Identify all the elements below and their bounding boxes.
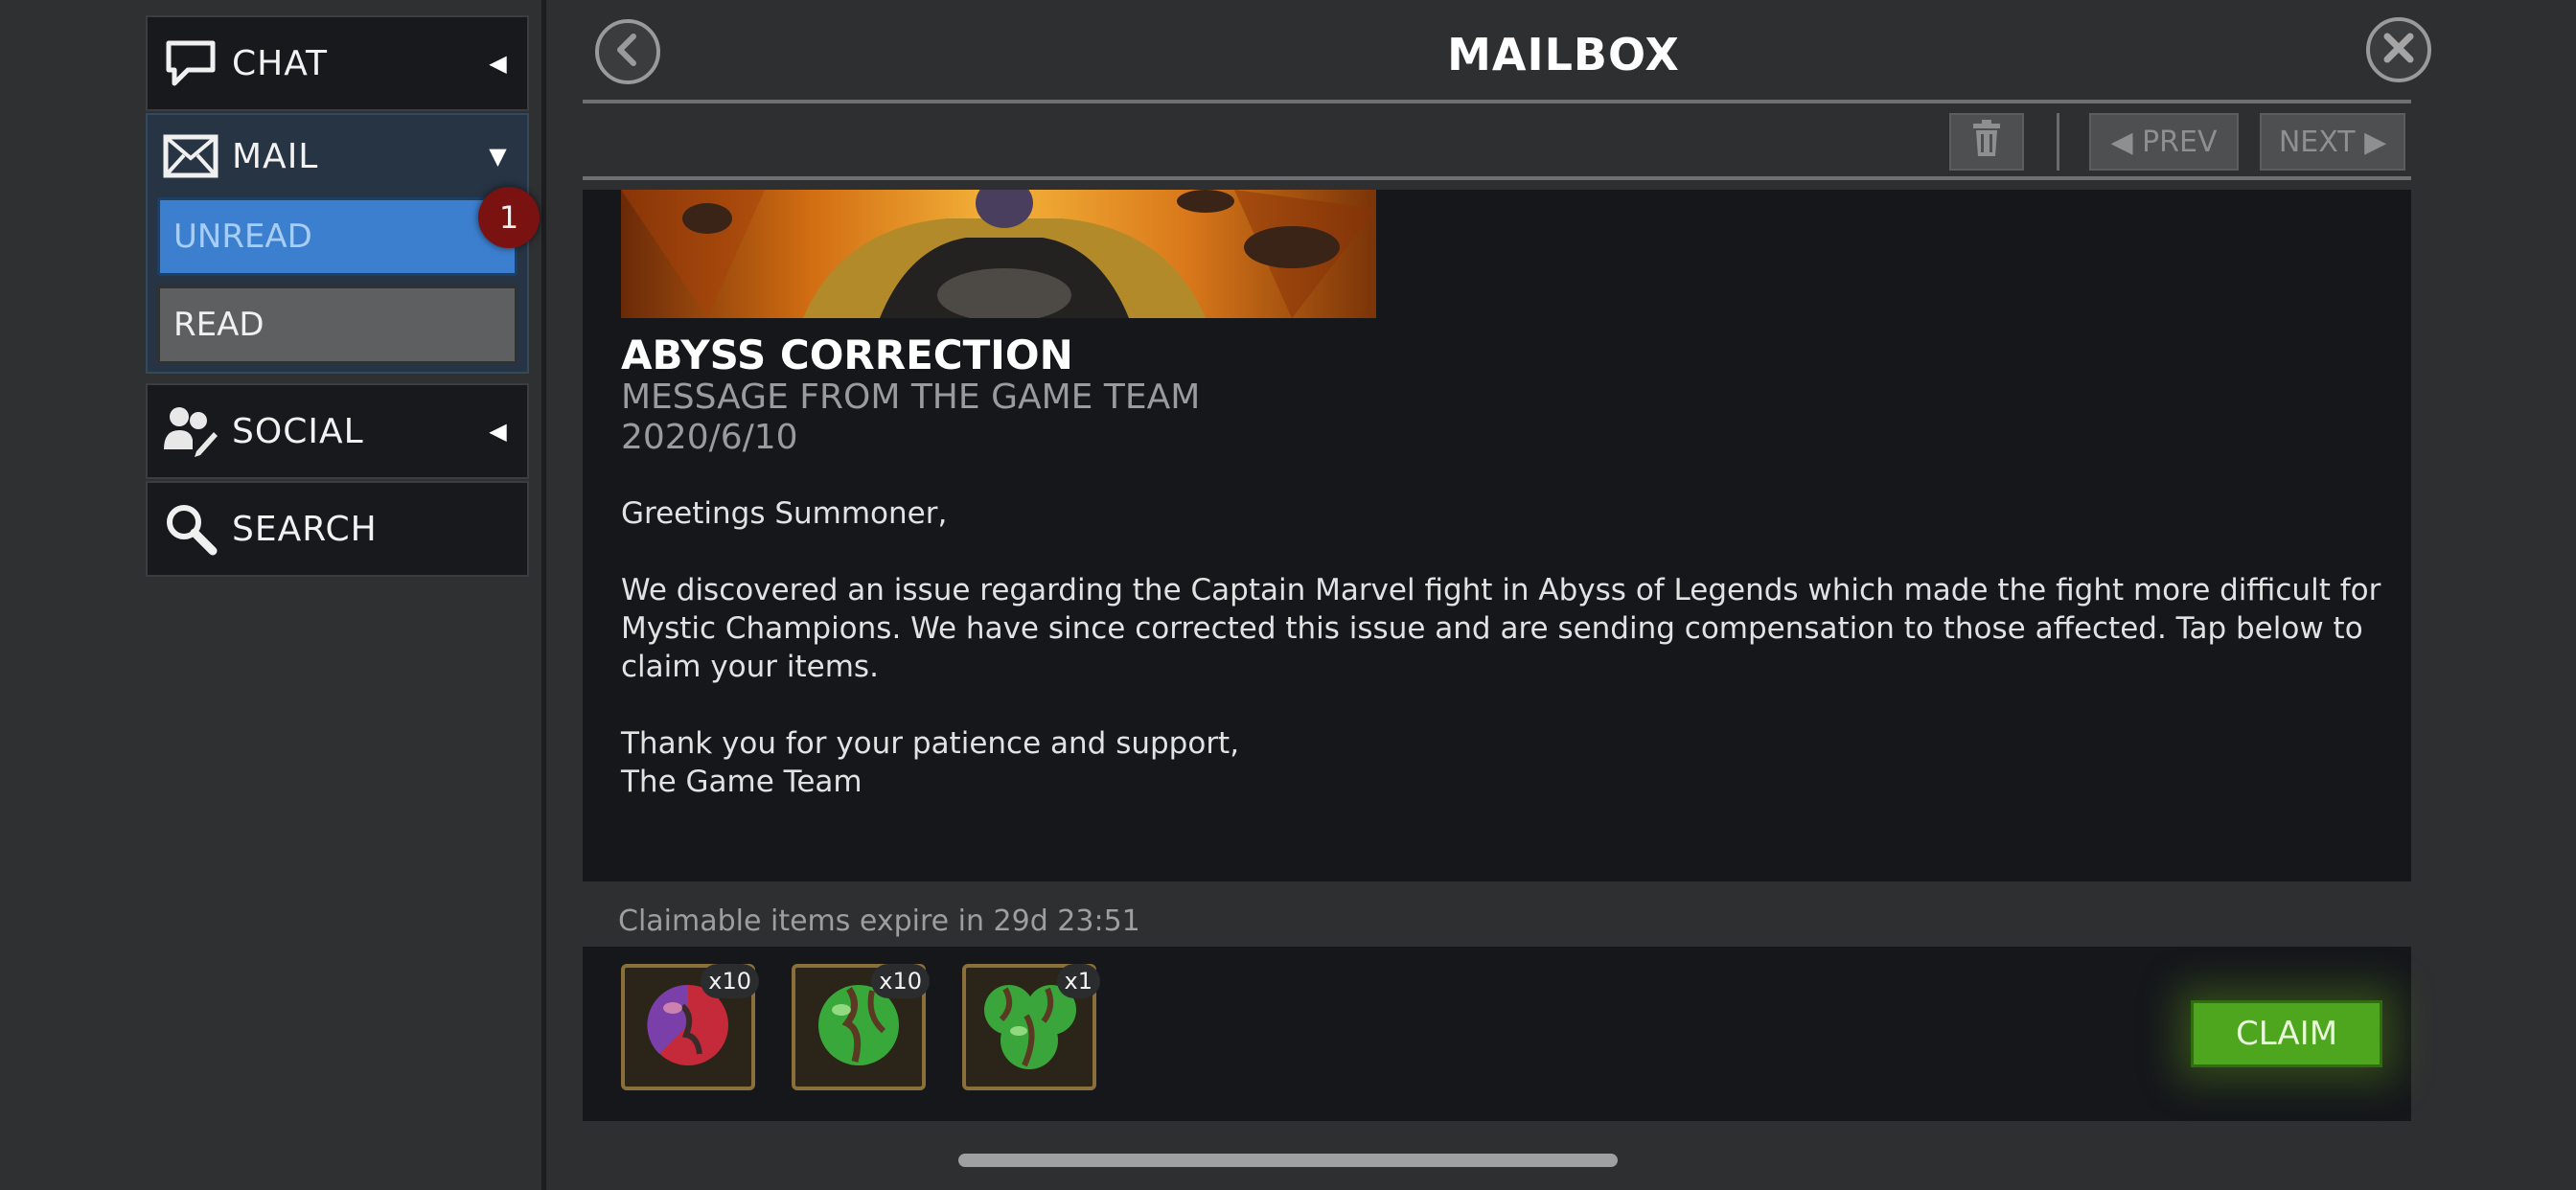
divider (583, 100, 2411, 103)
prev-button[interactable]: ◀ PREV (2089, 113, 2239, 171)
message-view: ABYSS CORRECTION MESSAGE FROM THE GAME T… (583, 190, 2411, 881)
sidebar-item-label: SOCIAL (232, 411, 364, 451)
unread-filter-button[interactable]: UNREAD 1 (157, 187, 540, 276)
sidebar-item-social[interactable]: SOCIAL ◀ (146, 383, 529, 479)
collapse-arrow-icon: ◀ (489, 418, 508, 445)
reward-item[interactable]: x1 (962, 964, 1100, 1090)
message-paragraph: We discovered an issue regarding the Cap… (621, 573, 2381, 684)
expire-notice: Claimable items expire in 29d 23:51 (618, 904, 1140, 938)
envelope-icon (161, 126, 220, 186)
mailbox-panel: MAILBOX ◀ PREV NEXT ▶ ABYSS CORRECTION M… (551, 0, 2576, 1190)
sidebar-item-label: SEARCH (232, 509, 378, 549)
scrollbar[interactable] (958, 1154, 1618, 1167)
chat-bubble-icon (161, 34, 220, 93)
toolbar-separator (2057, 113, 2059, 171)
message-body: Greetings Summoner, We discovered an iss… (621, 494, 2384, 801)
sidebar-item-search[interactable]: SEARCH (146, 481, 529, 577)
next-button[interactable]: NEXT ▶ (2260, 113, 2405, 171)
reward-item[interactable]: x10 (621, 964, 759, 1090)
rewards-panel: x10 x10 x1 CLAIM (583, 947, 2411, 1121)
sidebar-item-mail[interactable]: MAIL ▼ UNREAD 1 READ (146, 113, 540, 374)
message-signature: The Game Team (621, 765, 862, 799)
expand-arrow-icon: ▼ (489, 143, 508, 170)
divider (583, 176, 2411, 180)
reward-item[interactable]: x10 (792, 964, 930, 1090)
page-title: MAILBOX (1447, 29, 1680, 80)
sidebar-item-label: CHAT (232, 43, 329, 83)
message-greeting: Greetings Summoner, (621, 496, 948, 531)
claim-button[interactable]: CLAIM (2191, 1000, 2382, 1067)
close-icon (2380, 29, 2418, 71)
trash-icon (1972, 120, 2001, 164)
magnifier-icon (161, 499, 220, 559)
reward-quantity: x10 (701, 964, 759, 998)
sidebar-item-label: MAIL (232, 136, 319, 176)
close-button[interactable] (2366, 17, 2431, 82)
message-closing: Thank you for your patience and support, (621, 726, 1240, 761)
reward-quantity: x1 (1056, 964, 1100, 998)
message-date: 2020/6/10 (621, 418, 798, 457)
message-sender: MESSAGE FROM THE GAME TEAM (621, 378, 1201, 417)
read-label: READ (173, 306, 264, 344)
unread-label: UNREAD (173, 217, 312, 256)
sidebar-item-chat[interactable]: CHAT ◀ (146, 15, 529, 111)
unread-count-badge: 1 (478, 187, 540, 248)
message-title: ABYSS CORRECTION (621, 332, 1073, 378)
message-banner-image (621, 190, 1376, 318)
read-filter-button[interactable]: READ (157, 286, 518, 364)
people-icon (161, 401, 220, 461)
collapse-arrow-icon: ◀ (489, 50, 508, 77)
sidebar: CHAT ◀ MAIL ▼ UNREAD 1 READ SOCIAL ◀ SEA… (0, 0, 546, 1190)
delete-button[interactable] (1949, 113, 2024, 171)
reward-quantity: x10 (871, 964, 930, 998)
